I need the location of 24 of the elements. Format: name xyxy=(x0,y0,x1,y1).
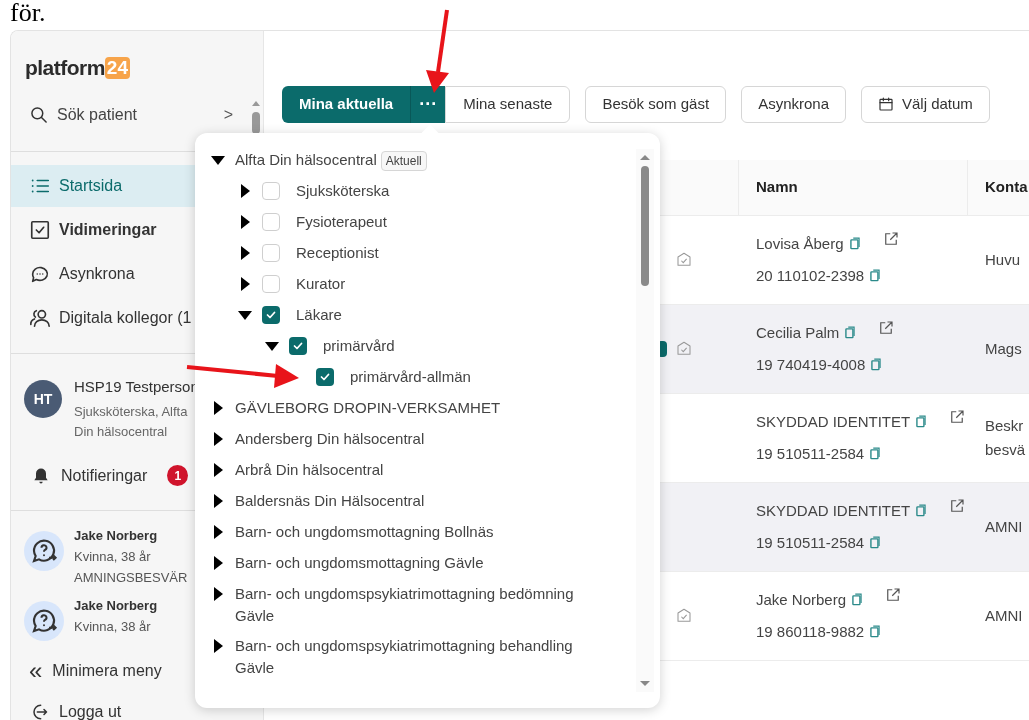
patient-info: Kvinna, 38 år xyxy=(74,617,152,636)
personal-number: 20 110102-2398 xyxy=(756,265,865,286)
table-cell-text: AMNI xyxy=(985,606,1024,626)
table-cell-text: besvä xyxy=(985,440,1027,460)
document-text: för. xyxy=(10,0,46,27)
patient-info: Kvinna, 38 år xyxy=(74,547,152,566)
personal-number: 19 510511-2584 xyxy=(756,443,865,464)
table-cell-text: Beskr xyxy=(985,416,1025,436)
avatar: HT xyxy=(24,380,62,418)
notification-badge: 1 xyxy=(167,465,189,486)
personal-number: 19 860118-9882 xyxy=(756,621,865,642)
profile-role: Sjuksköterska, Alfta Din hälsocentral xyxy=(74,402,189,441)
patient-reason: AMNINGSBESVÄR xyxy=(74,568,188,587)
table-cell-text: Huvu xyxy=(985,250,1022,270)
personal-number: 19 510511-2584 xyxy=(756,532,865,553)
table-cell-text: Mags xyxy=(985,339,1023,359)
personal-number: 19 740419-4008 xyxy=(756,354,866,375)
profile-name: HSP19 Testperson xyxy=(74,377,200,397)
chevron-icon: > xyxy=(223,103,233,127)
logo-text: platform xyxy=(25,55,105,82)
double-chevron-icon: « xyxy=(29,659,43,683)
status-badge: Aktuell xyxy=(380,151,427,171)
table-cell-text: AMNI xyxy=(985,517,1024,537)
logo-badge: 24 xyxy=(104,57,130,79)
